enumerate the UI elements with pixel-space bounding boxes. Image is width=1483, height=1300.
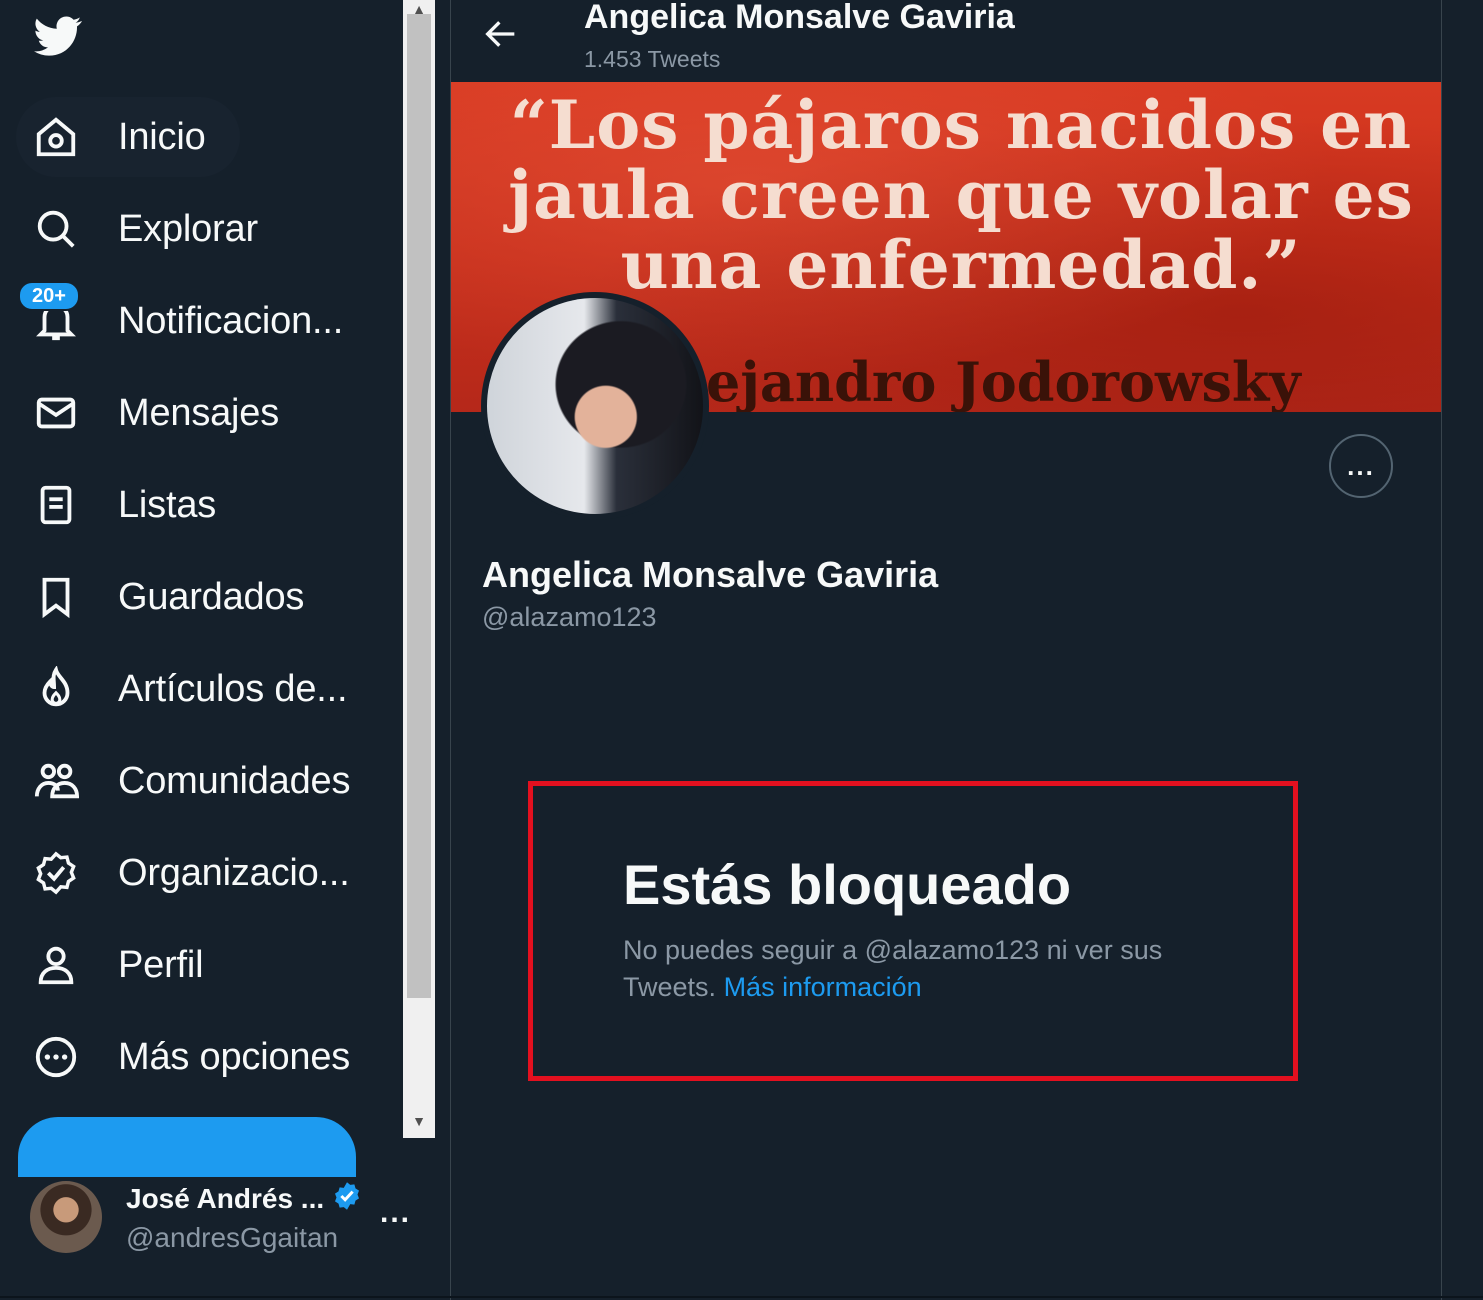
nav-label: Mensajes: [118, 391, 280, 434]
sidebar: Inicio Explorar 20+ Notificacion... Mens…: [0, 0, 409, 1300]
banner-quote: “Los pájaros nacidos en jaula creen que …: [508, 86, 1414, 304]
nav-item-lists[interactable]: Listas: [16, 465, 250, 545]
back-arrow-icon[interactable]: [481, 14, 521, 54]
nav-label: Organizacio...: [118, 851, 350, 894]
nav-item-communities[interactable]: Comunidades: [16, 741, 384, 821]
nav-item-explore[interactable]: Explorar: [16, 189, 292, 269]
home-icon: [16, 97, 96, 177]
tweet-button[interactable]: [18, 1117, 356, 1177]
nav-item-home[interactable]: Inicio: [16, 97, 240, 177]
bell-icon: 20+: [16, 281, 96, 361]
nav-label: Listas: [118, 483, 217, 526]
nav-item-more-options[interactable]: Más opciones: [16, 1017, 384, 1097]
sidebar-scrollbar[interactable]: ▲ ▼: [403, 0, 435, 1138]
search-icon: [16, 189, 96, 269]
blocked-title: Estás bloqueado: [623, 853, 1072, 916]
nav-item-profile[interactable]: Perfil: [16, 925, 237, 1005]
person-icon: [16, 925, 96, 1005]
nav-item-messages[interactable]: Mensajes: [16, 373, 313, 453]
mail-icon: [16, 373, 96, 453]
nav-label: Artículos de...: [118, 667, 348, 710]
avatar-image: [487, 298, 703, 514]
verified-org-icon: [16, 833, 96, 913]
account-switcher[interactable]: José Andrés ... @andresGgaitan ...: [30, 1172, 410, 1262]
profile-more-button[interactable]: ...: [1329, 434, 1393, 498]
profile-name: Angelica Monsalve Gaviria: [482, 554, 939, 595]
profile-column: Angelica Monsalve Gaviria 1.453 Tweets “…: [450, 0, 1442, 1300]
notification-badge: 20+: [18, 281, 80, 311]
nav-label: Comunidades: [118, 759, 351, 802]
nav-label: Guardados: [118, 575, 305, 618]
list-icon: [16, 465, 96, 545]
nav-item-notifications[interactable]: 20+ Notificacion...: [16, 281, 377, 361]
nav-label: Inicio: [118, 115, 206, 158]
tweet-count: 1.453 Tweets: [584, 46, 721, 72]
more-circle-icon: [16, 1017, 96, 1097]
window-bottom-edge: [0, 1296, 1483, 1298]
scrollbar-thumb[interactable]: [407, 14, 431, 998]
blocked-description: No puedes seguir a @alazamo123 ni ver su…: [623, 932, 1223, 1006]
nav-item-bookmarks[interactable]: Guardados: [16, 557, 338, 637]
community-icon: [16, 741, 96, 821]
header-title: Angelica Monsalve Gaviria: [584, 0, 1015, 36]
fire-icon: [16, 649, 96, 729]
account-more-icon[interactable]: ...: [380, 1196, 411, 1230]
verified-badge-icon: [332, 1181, 362, 1218]
blocked-notice: Estás bloqueado No puedes seguir a @alaz…: [528, 781, 1298, 1081]
nav-item-articles[interactable]: Artículos de...: [16, 649, 381, 729]
nav-label: Explorar: [118, 207, 258, 250]
account-name: José Andrés ...: [126, 1183, 325, 1214]
profile-avatar[interactable]: [481, 292, 709, 520]
nav-label: Notificacion...: [118, 299, 344, 342]
nav-label: Más opciones: [118, 1035, 351, 1078]
banner-author: ejandro Jodorowsky: [706, 350, 1301, 412]
bookmark-icon: [16, 557, 96, 637]
avatar: [30, 1181, 102, 1253]
more-info-link[interactable]: Más información: [724, 972, 922, 1002]
twitter-logo-icon[interactable]: [30, 12, 86, 60]
profile-header: Angelica Monsalve Gaviria 1.453 Tweets: [451, 0, 1441, 82]
nav-item-organizations[interactable]: Organizacio...: [16, 833, 384, 913]
profile-handle: @alazamo123: [482, 602, 657, 632]
scroll-down-arrow-icon[interactable]: ▼: [403, 1112, 435, 1130]
nav-label: Perfil: [118, 943, 204, 986]
account-handle: @andresGgaitan: [126, 1221, 339, 1253]
